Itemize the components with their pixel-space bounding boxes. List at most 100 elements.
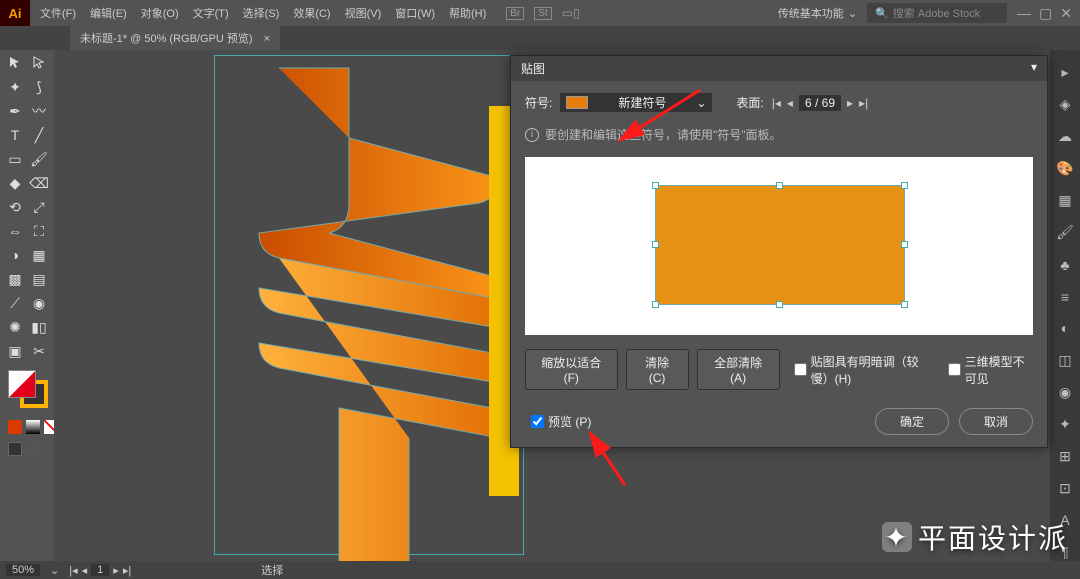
color-mode-gradient[interactable]: [26, 420, 40, 434]
handle-tl[interactable]: [652, 182, 659, 189]
handle-mr[interactable]: [901, 241, 908, 248]
mesh-tool[interactable]: ▩: [4, 268, 26, 290]
menu-view[interactable]: 视图(V): [345, 5, 382, 21]
surface-next-button[interactable]: ▸: [847, 96, 853, 110]
color-panel-icon[interactable]: 🎨: [1056, 160, 1074, 178]
lasso-tool[interactable]: ⟆: [28, 76, 50, 98]
document-tab[interactable]: 未标题-1* @ 50% (RGB/GPU 预览) ×: [70, 26, 280, 50]
slice-tool[interactable]: ✂: [28, 340, 50, 362]
menu-window[interactable]: 窗口(W): [395, 5, 435, 21]
eyedropper-tool[interactable]: ⟋: [4, 292, 26, 314]
symbol-dropdown[interactable]: 新建符号 ⌄: [560, 93, 712, 112]
surface-last-button[interactable]: ▸|: [859, 96, 868, 110]
swatches-panel-icon[interactable]: ▦: [1056, 192, 1074, 210]
line-tool[interactable]: ╱: [28, 124, 50, 146]
stock-icon[interactable]: St: [534, 7, 551, 20]
rotate-tool[interactable]: ⟲: [4, 196, 26, 218]
blend-tool[interactable]: ◉: [28, 292, 50, 314]
brushes-panel-icon[interactable]: 🖌: [1056, 224, 1074, 242]
surface-first-button[interactable]: |◂: [772, 96, 781, 110]
shade-checkbox[interactable]: 贴图具有明暗调（较慢）(H): [794, 353, 934, 387]
graphic-styles-panel-icon[interactable]: ✦: [1056, 415, 1074, 433]
selection-tool[interactable]: [4, 52, 26, 74]
clear-all-button[interactable]: 全部清除 (A): [697, 349, 780, 390]
transparency-panel-icon[interactable]: ◫: [1056, 351, 1074, 369]
symbols-panel-icon[interactable]: ♣: [1056, 256, 1074, 274]
eraser-tool[interactable]: ⌫: [28, 172, 50, 194]
zoom-chevron-icon[interactable]: ⌄: [50, 564, 59, 577]
artboard-first[interactable]: |◂: [69, 564, 77, 577]
bridge-icon[interactable]: Br: [506, 7, 524, 20]
menu-help[interactable]: 帮助(H): [449, 5, 486, 21]
perspective-tool[interactable]: ▦: [28, 244, 50, 266]
artboard-last[interactable]: ▸|: [123, 564, 131, 577]
color-mode-color[interactable]: [8, 420, 22, 434]
ok-button[interactable]: 确定: [875, 408, 949, 435]
menu-edit[interactable]: 编辑(E): [90, 5, 127, 21]
surface-prev-button[interactable]: ◂: [787, 96, 793, 110]
type-tool[interactable]: T: [4, 124, 26, 146]
column-graph-tool[interactable]: ▮▯: [28, 316, 50, 338]
artboard-next[interactable]: ▸: [113, 564, 119, 577]
width-tool[interactable]: ⇔: [4, 220, 26, 242]
cancel-button[interactable]: 取消: [959, 408, 1033, 435]
artboard-index[interactable]: 1: [91, 564, 109, 576]
scale-tool[interactable]: ⤢: [28, 196, 50, 218]
scale-to-fit-button[interactable]: 缩放以适合 (F): [525, 349, 618, 390]
dialog-menu-icon[interactable]: ▾: [1031, 60, 1037, 77]
clear-button[interactable]: 清除 (C): [626, 349, 689, 390]
mapped-symbol-rect[interactable]: [655, 185, 905, 305]
handle-bl[interactable]: [652, 301, 659, 308]
menu-type[interactable]: 文字(T): [193, 5, 229, 21]
arrange-icon[interactable]: ▭▯: [562, 6, 580, 20]
shade-checkbox-input[interactable]: [794, 363, 807, 376]
close-button[interactable]: ✕: [1060, 5, 1072, 22]
curvature-tool[interactable]: 〰: [28, 100, 50, 122]
map-preview-area[interactable]: [525, 157, 1033, 335]
fill-swatch[interactable]: [8, 370, 36, 398]
handle-ml[interactable]: [652, 241, 659, 248]
preview-checkbox-input[interactable]: [531, 415, 544, 428]
preview-checkbox[interactable]: 预览 (P): [531, 413, 591, 430]
properties-panel-icon[interactable]: ▸: [1056, 64, 1074, 82]
handle-tr[interactable]: [901, 182, 908, 189]
layers-panel-icon[interactable]: ◈: [1056, 96, 1074, 114]
align-panel-icon[interactable]: ⊞: [1056, 447, 1074, 465]
screen-mode-full[interactable]: [26, 442, 40, 456]
artboard-tool[interactable]: ▣: [4, 340, 26, 362]
handle-bc[interactable]: [776, 301, 783, 308]
handle-br[interactable]: [901, 301, 908, 308]
artboard-prev[interactable]: ◂: [82, 564, 88, 577]
magic-wand-tool[interactable]: ✦: [4, 76, 26, 98]
free-transform-tool[interactable]: ⛶: [28, 220, 50, 242]
screen-mode-normal[interactable]: [8, 442, 22, 456]
pen-tool[interactable]: ✒: [4, 100, 26, 122]
invisible-geometry-checkbox[interactable]: 三维模型不可见: [948, 353, 1033, 387]
zoom-level[interactable]: 50%: [6, 564, 40, 576]
transform-panel-icon[interactable]: ⊡: [1056, 479, 1074, 497]
menu-effect[interactable]: 效果(C): [293, 5, 330, 21]
invisible-geometry-input[interactable]: [948, 363, 961, 376]
paintbrush-tool[interactable]: 🖌: [28, 148, 50, 170]
rectangle-tool[interactable]: ▭: [4, 148, 26, 170]
close-tab-icon[interactable]: ×: [264, 33, 270, 45]
minimize-button[interactable]: —: [1017, 5, 1031, 22]
symbol-sprayer-tool[interactable]: ✺: [4, 316, 26, 338]
stroke-panel-icon[interactable]: ≡: [1056, 288, 1074, 306]
menu-file[interactable]: 文件(F): [40, 5, 76, 21]
appearance-panel-icon[interactable]: ◉: [1056, 383, 1074, 401]
maximize-button[interactable]: ▢: [1039, 5, 1052, 22]
menu-select[interactable]: 选择(S): [243, 5, 280, 21]
shaper-tool[interactable]: ◆: [4, 172, 26, 194]
fill-stroke-swatches[interactable]: [4, 370, 50, 410]
libraries-panel-icon[interactable]: ☁: [1056, 128, 1074, 146]
gradient-tool[interactable]: ▤: [28, 268, 50, 290]
direct-selection-tool[interactable]: [28, 52, 50, 74]
handle-tc[interactable]: [776, 182, 783, 189]
workspace-selector[interactable]: 传统基本功能 ⌄: [778, 5, 857, 21]
menu-object[interactable]: 对象(O): [141, 5, 179, 21]
surface-index-box[interactable]: 6 / 69: [799, 95, 841, 111]
shape-builder-tool[interactable]: ◑: [4, 244, 26, 266]
stock-search[interactable]: 🔍 搜索 Adobe Stock: [867, 3, 1007, 23]
gradient-panel-icon[interactable]: ◐: [1056, 320, 1074, 338]
